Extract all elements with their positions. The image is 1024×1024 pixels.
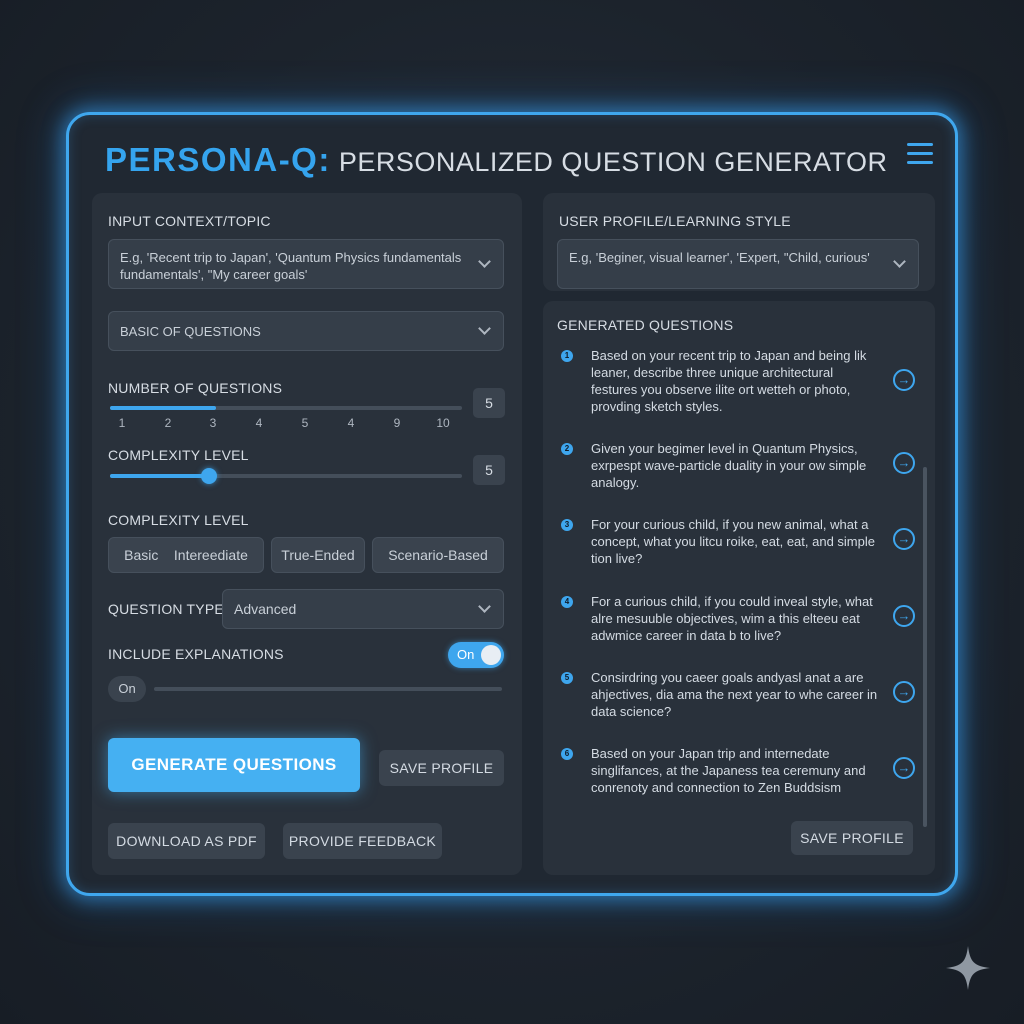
slider-tick-label: 2 xyxy=(164,416,172,430)
profile-label: USER PROFILE/LEARNING STYLE xyxy=(559,213,791,229)
arrow-right-icon[interactable]: → xyxy=(893,757,915,779)
arrow-right-icon[interactable]: → xyxy=(893,605,915,627)
question-text: Given your begimer level in Quantum Phys… xyxy=(591,441,867,490)
generated-questions-label: GENERATED QUESTIONS xyxy=(557,317,734,333)
toggle-thumb xyxy=(481,645,501,665)
include-explanations-toggle[interactable]: On xyxy=(448,642,504,668)
slider-tick-label: 10 xyxy=(436,416,450,430)
slider-tick-label: 1 xyxy=(118,416,126,430)
input-context-label: INPUT CONTEXT/TOPIC xyxy=(108,213,271,229)
question-text: Consirdring you caeer goals andyasl anat… xyxy=(591,670,878,719)
complexity-slider-knob[interactable] xyxy=(201,468,217,484)
question-number-badge: 6 xyxy=(561,748,573,760)
include-explanations-label: INCLUDE EXPLANATIONS xyxy=(108,646,284,662)
chevron-down-icon xyxy=(893,255,906,268)
complexity-option-basic-intermediate[interactable]: Basic Intereediate xyxy=(108,537,264,573)
scrollbar[interactable] xyxy=(923,467,927,827)
arrow-right-icon[interactable]: → xyxy=(893,528,915,550)
save-profile-button[interactable]: SAVE PROFILE xyxy=(379,750,504,786)
chevron-down-icon xyxy=(478,322,491,335)
explanations-slider-track[interactable] xyxy=(154,687,502,691)
slider-tick-label: 4 xyxy=(255,416,263,430)
profile-panel: USER PROFILE/LEARNING STYLE E.g, 'Begine… xyxy=(543,193,935,291)
input-context-field[interactable]: E.g, 'Recent trip to Japan', 'Quantum Ph… xyxy=(108,239,504,289)
generate-questions-button[interactable]: GENERATE QUESTIONS xyxy=(108,738,360,792)
complexity-slider-label: COMPLEXITY LEVEL xyxy=(108,447,249,463)
slider-fill xyxy=(110,406,216,410)
app-subtitle: PERSONALIZED QUESTION GENERATOR xyxy=(338,147,888,177)
question-type-value: Advanced xyxy=(234,601,297,617)
profile-value: E.g, 'Beginer, visual learner', 'Expert,… xyxy=(569,250,870,265)
number-of-questions-slider[interactable] xyxy=(110,406,462,410)
option-basic: Basic xyxy=(124,547,159,563)
app-window: PERSONA-Q: PERSONALIZED QUESTION GENERAT… xyxy=(66,112,958,896)
question-number-badge: 1 xyxy=(561,350,573,362)
basic-questions-value: BASIC OF QUESTIONS xyxy=(120,324,261,339)
question-text: For a curious child, if you could inveal… xyxy=(591,594,873,643)
question-text: For your curious child, if you new anima… xyxy=(591,517,875,566)
profile-field[interactable]: E.g, 'Beginer, visual learner', 'Expert,… xyxy=(557,239,919,289)
slider-fill xyxy=(110,474,209,478)
complexity-level-label: COMPLEXITY LEVEL xyxy=(108,512,249,528)
question-number-badge: 5 xyxy=(561,672,573,684)
hamburger-menu-icon[interactable] xyxy=(907,143,933,165)
question-number-badge: 3 xyxy=(561,519,573,531)
generated-questions-panel: GENERATED QUESTIONS 1 Based on your recen… xyxy=(543,301,935,875)
complexity-slider-value[interactable]: 5 xyxy=(473,455,505,485)
settings-panel: INPUT CONTEXT/TOPIC E.g, 'Recent trip to… xyxy=(92,193,522,875)
toggle-label: On xyxy=(457,647,475,662)
option-intermediate: Intereediate xyxy=(173,547,248,563)
question-number-badge: 2 xyxy=(561,443,573,455)
question-text: Based on your Japan trip and internedate… xyxy=(591,746,866,795)
arrow-right-icon[interactable]: → xyxy=(893,369,915,391)
input-context-value: E.g, 'Recent trip to Japan', 'Quantum Ph… xyxy=(120,250,462,282)
chevron-down-icon xyxy=(478,255,491,268)
complexity-option-true-ended[interactable]: True-Ended xyxy=(271,537,365,573)
number-of-questions-label: NUMBER OF QUESTIONS xyxy=(108,380,283,396)
complexity-slider[interactable] xyxy=(110,474,462,478)
slider-tick-label: 9 xyxy=(393,416,401,430)
explanations-on-pill[interactable]: On xyxy=(108,676,146,702)
question-type-select[interactable]: Advanced xyxy=(222,589,504,629)
arrow-right-icon[interactable]: → xyxy=(893,452,915,474)
provide-feedback-button[interactable]: PROVIDE FEEDBACK xyxy=(283,823,442,859)
sparkle-icon xyxy=(946,946,990,990)
number-of-questions-value[interactable]: 5 xyxy=(473,388,505,418)
app-title: PERSONA-Q: PERSONALIZED QUESTION GENERAT… xyxy=(105,141,887,179)
arrow-right-icon[interactable]: → xyxy=(893,681,915,703)
question-number-badge: 4 xyxy=(561,596,573,608)
download-pdf-button[interactable]: DOWNLOAD AS PDF xyxy=(108,823,265,859)
slider-tick-label: 3 xyxy=(209,416,217,430)
question-text: Based on your recent trip to Japan and b… xyxy=(591,348,867,414)
brand-name: PERSONA-Q: xyxy=(105,141,331,178)
complexity-option-scenario-based[interactable]: Scenario-Based xyxy=(372,537,504,573)
basic-questions-select[interactable]: BASIC OF QUESTIONS xyxy=(108,311,504,351)
slider-tick-label: 4 xyxy=(347,416,355,430)
question-type-label: QUESTION TYPE xyxy=(108,601,224,617)
slider-tick-label: 5 xyxy=(301,416,309,430)
save-profile-button[interactable]: SAVE PROFILE xyxy=(791,821,913,855)
chevron-down-icon xyxy=(478,600,491,613)
